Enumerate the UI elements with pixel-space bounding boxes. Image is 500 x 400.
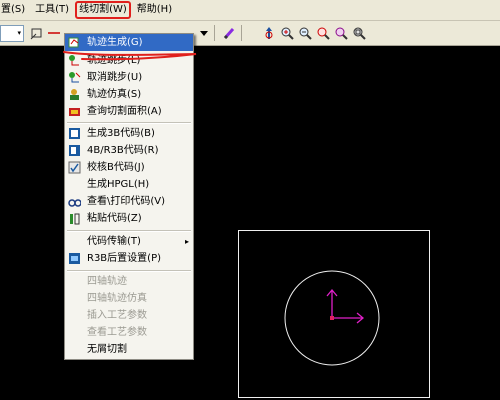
menu-separator: [67, 270, 191, 272]
rect-select-icon[interactable]: [29, 25, 45, 41]
pen-icon[interactable]: [221, 25, 237, 41]
menu-item-view-print-code[interactable]: 查看\打印代码(V): [65, 193, 193, 210]
zoom-fit-icon[interactable]: [351, 25, 367, 41]
zoom-out-icon[interactable]: [297, 25, 313, 41]
zoom-all-icon[interactable]: [333, 25, 349, 41]
zoom-window-icon[interactable]: [315, 25, 331, 41]
toolbar-separator: [214, 25, 215, 41]
menu-item-code-transfer[interactable]: 代码传输(T) ▸: [65, 233, 193, 250]
menu-item-path-jump[interactable]: 轨迹跳步(L): [65, 52, 193, 69]
menu-item-check-b-code[interactable]: 校核B代码(J): [65, 159, 193, 176]
combo-arrow-icon: ▾: [17, 29, 21, 37]
check-b-code-icon: [68, 161, 81, 174]
menu-item-generate-hpgl[interactable]: 生成HPGL(H): [65, 176, 193, 193]
wire-cut-menu: 轨迹生成(G) 轨迹跳步(L) 取消跳步(U) 轨迹仿真(S) 查询切割面积(A…: [64, 33, 194, 360]
menu-item-query-area[interactable]: 查询切割面积(A): [65, 103, 193, 120]
zoom-in-icon[interactable]: [279, 25, 295, 41]
menu-item-paste-code[interactable]: 粘贴代码(Z): [65, 210, 193, 227]
drawing-geometry: [284, 270, 380, 366]
path-generate-icon: [68, 37, 79, 48]
r3b-settings-icon: [69, 253, 80, 264]
toolbar-separator: [241, 25, 242, 41]
menu-settings[interactable]: 置(S): [0, 0, 30, 20]
menu-separator: [67, 230, 191, 232]
menu-item-r3b-settings[interactable]: R3B后置设置(P): [65, 250, 193, 267]
menu-bar: 置(S) 工具(T) 线切割(W) 帮助(H): [0, 0, 500, 21]
cancel-jump-icon: [69, 72, 81, 83]
menu-item-four-axis-path[interactable]: 四轴轨迹: [65, 273, 193, 290]
line-tool-icon[interactable]: [46, 25, 62, 41]
paste-code-icon: [70, 213, 80, 225]
query-area-icon: [69, 108, 80, 116]
menu-tools[interactable]: 工具(T): [30, 0, 74, 20]
menu-item-path-simulate[interactable]: 轨迹仿真(S): [65, 86, 193, 103]
menu-item-generate-3b[interactable]: 生成3B代码(B): [65, 125, 193, 142]
path-simulate-icon: [70, 89, 79, 100]
menu-item-path-generate[interactable]: 轨迹生成(G): [65, 34, 193, 51]
menu-wire-cut[interactable]: 线切割(W): [74, 0, 132, 20]
menu-item-insert-process-params[interactable]: 插入工艺参数: [65, 307, 193, 324]
generate-3b-icon: [69, 128, 80, 139]
menu-item-4b-r3b-code[interactable]: 4B/R3B代码(R): [65, 142, 193, 159]
layer-combo[interactable]: ▾: [0, 25, 24, 42]
menu-separator: [67, 122, 191, 124]
submenu-arrow-icon: ▸: [184, 237, 189, 246]
menu-item-chipless-cut[interactable]: 无屑切割: [65, 341, 193, 358]
menu-item-four-axis-simulate[interactable]: 四轴轨迹仿真: [65, 290, 193, 307]
combo-dropdown-icon[interactable]: [196, 25, 212, 41]
menu-help[interactable]: 帮助(H): [132, 0, 177, 20]
code-4b-r3b-icon: [69, 145, 80, 156]
path-jump-icon: [69, 55, 79, 66]
menu-item-view-process-params[interactable]: 查看工艺参数: [65, 324, 193, 341]
view-print-icon: [68, 199, 81, 207]
coordinate-axes-icon: [326, 288, 365, 324]
pan-icon[interactable]: [261, 25, 277, 41]
menu-item-cancel-jump[interactable]: 取消跳步(U): [65, 69, 193, 86]
